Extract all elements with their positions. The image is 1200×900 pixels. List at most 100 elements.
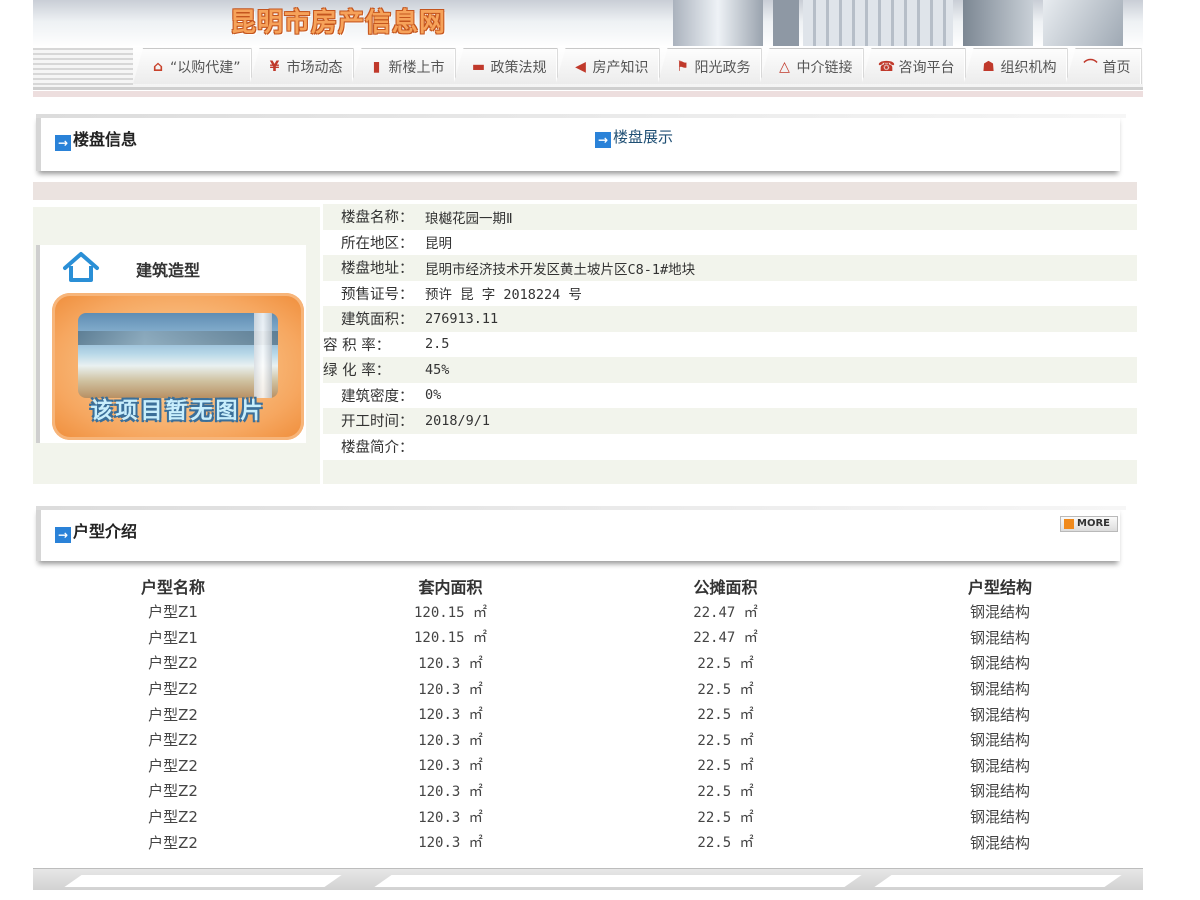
table-cell: 22.5 ㎡ bbox=[697, 758, 754, 775]
table-cell: 钢混结构 bbox=[969, 705, 1030, 724]
table-cell: 户型Z1 bbox=[148, 628, 198, 647]
nav-tab[interactable]: ▮ 新楼上市 bbox=[351, 48, 456, 84]
nav-tab-label: 政策法规 bbox=[490, 59, 547, 76]
building-info-title-wrap: → 楼盘信息 bbox=[55, 126, 137, 151]
arrow-right-icon: → bbox=[55, 527, 71, 543]
table-cell: 22.47 ㎡ bbox=[693, 630, 758, 647]
nav-tab[interactable]: ▬ 政策法规 bbox=[453, 48, 558, 84]
banner-building bbox=[963, 0, 1033, 48]
nav-tab[interactable]: ⚑ 阳光政务 bbox=[657, 48, 762, 84]
table-cell: 22.5 ㎡ bbox=[697, 655, 754, 672]
table-cell: 钢混结构 bbox=[969, 808, 1030, 827]
nav-tab-label: 市场动态 bbox=[286, 59, 343, 76]
table-cell: 户型Z2 bbox=[148, 654, 198, 673]
info-row: 建筑面积： 276913.11 bbox=[323, 306, 1137, 332]
table-cell: 户型Z2 bbox=[148, 756, 198, 775]
yen-icon: ¥ bbox=[269, 58, 280, 75]
nav-tab-label: 房产知识 bbox=[592, 59, 649, 76]
table-row: 户型Z1 120.15 ㎡ 22.47 ㎡ 钢混结构 bbox=[33, 625, 1137, 651]
info-label: 楼盘名称： bbox=[341, 210, 414, 227]
nav-tab[interactable]: ☗ 组织机构 bbox=[963, 48, 1068, 84]
table-cell: 120.3 ㎡ bbox=[418, 655, 483, 672]
table-cell: 120.3 ㎡ bbox=[418, 707, 483, 724]
footer-decoration bbox=[64, 875, 342, 887]
info-value: 昆明市经济技术开发区黄土坡片区C8-1#地块 bbox=[425, 261, 696, 278]
table-row: 户型Z2 120.3 ㎡ 22.5 ㎡ 钢混结构 bbox=[33, 650, 1137, 676]
building-info-header: → 楼盘信息 → 楼盘展示 bbox=[36, 114, 1126, 171]
house-icon bbox=[63, 252, 99, 282]
info-row: 绿 化 率： 45% bbox=[323, 357, 1137, 383]
info-label: 绿 化 率： bbox=[323, 363, 391, 380]
info-row: 楼盘地址： 昆明市经济技术开发区黄土坡片区C8-1#地块 bbox=[323, 255, 1137, 281]
table-row: 户型Z2 120.3 ㎡ 22.5 ㎡ 钢混结构 bbox=[33, 701, 1137, 727]
unit-types-body: 户型Z1 120.15 ㎡ 22.47 ㎡钢混结构 户型Z1 120.15 ㎡ 22.47… bbox=[33, 599, 1137, 855]
building-display-link[interactable]: → 楼盘展示 bbox=[595, 126, 673, 148]
nav-tab[interactable]: ◀ 房产知识 bbox=[555, 48, 660, 84]
triangle-icon: △ bbox=[779, 58, 790, 75]
table-row: 户型Z2 120.3 ㎡ 22.5 ㎡ 钢混结构 bbox=[33, 727, 1137, 753]
main-nav: ⌂ “以购代建” ¥ 市场动态 ▮ 新楼上市 ▬ 政策法规 ◀ 房产知识 ⚑ 阳光政务 △ 中介链接 ☎ 咨询… bbox=[33, 46, 1143, 97]
table-cell: 22.5 ㎡ bbox=[697, 783, 754, 800]
table-cell: 120.3 ㎡ bbox=[418, 783, 483, 800]
table-row: 户型Z2 120.3 ㎡ 22.5 ㎡ 钢混结构 bbox=[33, 778, 1137, 804]
arrow-left-icon: ◀ bbox=[575, 58, 586, 75]
section-divider bbox=[33, 182, 1137, 200]
table-cell: 钢混结构 bbox=[969, 628, 1030, 647]
table-row: 户型Z2 120.3 ㎡ 22.5 ㎡ 钢混结构 bbox=[33, 804, 1137, 830]
bar-chart-icon: ▮ bbox=[372, 58, 381, 75]
page-footer bbox=[33, 868, 1143, 890]
footer-decoration bbox=[874, 875, 1122, 887]
table-cell: 22.47 ㎡ bbox=[693, 604, 758, 621]
info-table-footer bbox=[323, 460, 1137, 484]
table-cell: 120.15 ㎡ bbox=[413, 630, 487, 647]
info-row: 建筑密度： 0% bbox=[323, 383, 1137, 409]
table-cell: 钢混结构 bbox=[969, 680, 1030, 699]
info-row: 楼盘简介： bbox=[323, 434, 1137, 460]
nav-divider bbox=[33, 91, 1143, 97]
placeholder-scenery-image bbox=[78, 313, 278, 398]
table-cell: 120.3 ㎡ bbox=[418, 732, 483, 749]
more-icon bbox=[1064, 519, 1074, 529]
building-display-label: 楼盘展示 bbox=[613, 128, 674, 146]
flag-icon: ⚑ bbox=[676, 58, 689, 75]
more-label: MORE bbox=[1077, 518, 1110, 529]
home-icon: ⌒ bbox=[1083, 58, 1098, 75]
column-header: 套内面积 bbox=[418, 578, 483, 597]
table-cell: 钢混结构 bbox=[969, 731, 1030, 750]
org-chart-icon: ☗ bbox=[982, 58, 995, 75]
info-row: 楼盘名称： 琅樾花园一期Ⅱ bbox=[323, 204, 1137, 230]
table-cell: 钢混结构 bbox=[969, 603, 1030, 622]
table-cell: 120.3 ㎡ bbox=[418, 809, 483, 826]
info-value: 0% bbox=[425, 387, 442, 404]
nav-tab[interactable]: ☎ 咨询平台 bbox=[861, 48, 966, 84]
info-value: 2.5 bbox=[425, 336, 450, 353]
table-row: 户型Z1 120.15 ㎡ 22.47 ㎡ 钢混结构 bbox=[33, 599, 1137, 625]
table-cell: 户型Z2 bbox=[148, 731, 198, 750]
table-cell: 22.5 ㎡ bbox=[697, 835, 754, 852]
table-cell: 户型Z1 bbox=[148, 603, 198, 622]
table-header-row: 户型名称 套内面积 公摊面积 户型结构 bbox=[33, 573, 1137, 599]
table-cell: 22.5 ㎡ bbox=[697, 732, 754, 749]
info-row: 预售证号： 预许 昆 字 2018224 号 bbox=[323, 281, 1137, 307]
nav-tab[interactable]: ⌒ 首页 bbox=[1065, 48, 1142, 84]
table-cell: 户型Z2 bbox=[148, 705, 198, 724]
nav-tab-label: 组织机构 bbox=[1000, 59, 1057, 76]
table-cell: 户型Z2 bbox=[148, 808, 198, 827]
table-cell: 户型Z2 bbox=[148, 833, 198, 852]
table-row: 户型Z2 120.3 ㎡ 22.5 ㎡ 钢混结构 bbox=[33, 829, 1137, 855]
nav-tab[interactable]: ⌂ “以购代建” bbox=[133, 48, 252, 84]
nav-tab[interactable]: ¥ 市场动态 bbox=[249, 48, 354, 84]
nav-tab-label: 咨询平台 bbox=[898, 59, 955, 76]
nav-tab[interactable]: △ 中介链接 bbox=[759, 48, 864, 84]
column-header: 户型名称 bbox=[140, 578, 205, 597]
info-row: 容 积 率： 2.5 bbox=[323, 332, 1137, 358]
info-value: 2018/9/1 bbox=[425, 412, 491, 429]
table-cell: 22.5 ㎡ bbox=[697, 681, 754, 698]
info-value: 276913.11 bbox=[425, 310, 499, 327]
info-label: 楼盘地址： bbox=[341, 261, 414, 278]
building-info-table: 楼盘名称： 琅樾花园一期Ⅱ 所在地区： 昆明 楼盘地址： 昆明市经济技术开发区黄土坡片区C… bbox=[323, 204, 1137, 459]
nav-decoration bbox=[33, 48, 133, 86]
banner-building bbox=[673, 0, 763, 48]
more-button[interactable]: MORE bbox=[1060, 516, 1118, 532]
column-header: 公摊面积 bbox=[693, 578, 758, 597]
